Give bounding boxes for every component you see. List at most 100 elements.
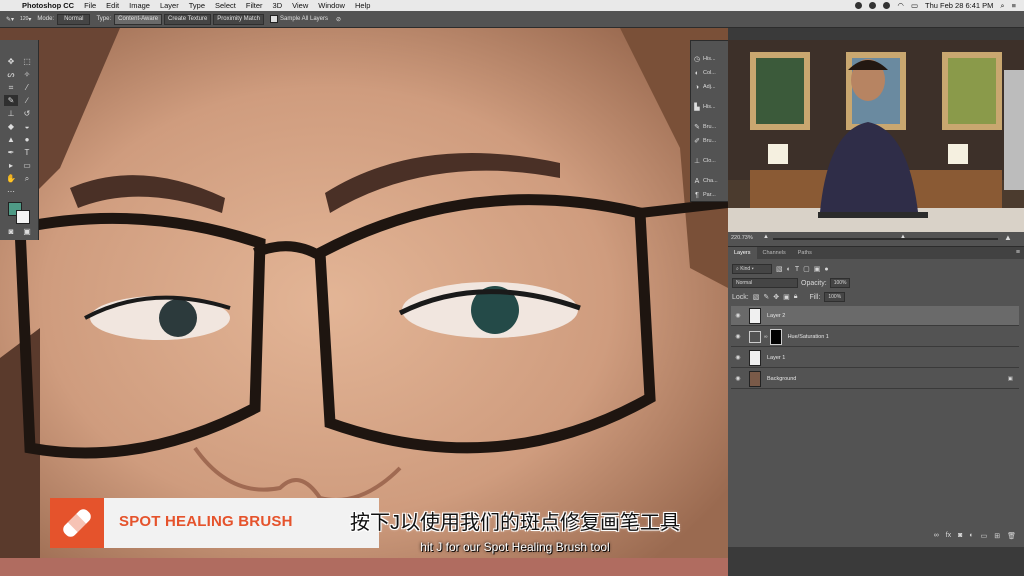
lasso-tool-icon[interactable]: ᔕ	[4, 69, 18, 80]
visibility-eye-icon[interactable]: ◉	[733, 375, 743, 382]
delete-layer-icon[interactable]: 🗑︎	[1007, 532, 1016, 540]
menubar-clock[interactable]: Thu Feb 28 6:41 PM	[925, 1, 993, 10]
paint-bucket-icon[interactable]: ◒	[20, 121, 34, 132]
marquee-tool-icon[interactable]: ⬚	[20, 56, 34, 67]
filter-adjustment-icon[interactable]: ◐	[787, 266, 791, 273]
layer-style-icon[interactable]: fx	[946, 532, 951, 540]
menu-file[interactable]: File	[84, 1, 96, 10]
filter-kind-select[interactable]: ⌕ Kind ▾	[732, 264, 772, 274]
panel-color[interactable]: ◐ Col...	[693, 67, 727, 79]
layer-mask-thumbnail[interactable]	[769, 328, 782, 345]
mode-select[interactable]: Normal	[57, 13, 91, 25]
menu-3d[interactable]: 3D	[273, 1, 283, 10]
edit-toolbar-icon[interactable]: ⋯	[4, 186, 18, 197]
filter-smart-object-icon[interactable]: ▣	[814, 265, 821, 273]
lock-artboard-icon[interactable]: ▣	[783, 293, 790, 301]
link-icon[interactable]: ∞	[764, 334, 768, 340]
menu-select[interactable]: Select	[215, 1, 236, 10]
panel-brush-settings[interactable]: ✐ Bru...	[693, 135, 727, 147]
path-selection-icon[interactable]: ▸	[4, 160, 18, 171]
menu-type[interactable]: Type	[189, 1, 205, 10]
sample-all-layers-checkbox[interactable]: Sample All Layers	[269, 15, 328, 23]
menu-window[interactable]: Window	[318, 1, 345, 10]
move-tool-icon[interactable]: ✥	[4, 56, 18, 67]
screen-mode-icon[interactable]: ▣	[20, 226, 34, 237]
link-layers-icon[interactable]: ∞	[934, 532, 939, 540]
pressure-icon[interactable]: ⊘	[336, 16, 341, 23]
panel-character[interactable]: A Cha...	[693, 175, 727, 187]
filter-toggle-icon[interactable]: ●	[824, 266, 828, 273]
dodge-tool-icon[interactable]: ●	[20, 134, 34, 145]
panel-clone-source[interactable]: ⊥ Clo...	[693, 155, 727, 167]
battery-icon[interactable]: ▭	[911, 1, 918, 10]
visibility-eye-icon[interactable]: ◉	[733, 333, 743, 340]
filter-type-icon[interactable]: T	[795, 266, 799, 273]
create-texture-button[interactable]: Create Texture	[164, 13, 212, 25]
spot-healing-brush-icon[interactable]: ✎	[4, 95, 18, 106]
blend-mode-select[interactable]: Normal	[732, 278, 798, 288]
layer-row-hue-saturation[interactable]: ◉ ∞ Hue/Saturation 1	[731, 327, 1019, 347]
panel-histogram[interactable]: ▙ His...	[693, 101, 727, 113]
zoom-level[interactable]: 220.73%	[731, 235, 753, 241]
menu-help[interactable]: Help	[355, 1, 370, 10]
lock-image-icon[interactable]: ✎	[763, 293, 769, 301]
crop-tool-icon[interactable]: ⌗	[4, 82, 18, 93]
brush-tool-icon[interactable]: ∕	[20, 95, 34, 106]
shape-tool-icon[interactable]: ▭	[20, 160, 34, 171]
panel-adjustments[interactable]: ◑ Adj...	[693, 81, 727, 93]
list-icon[interactable]: ≡	[1012, 1, 1016, 10]
wifi-icon[interactable]: ◠	[897, 1, 904, 10]
history-brush-icon[interactable]: ↺	[20, 108, 34, 119]
panel-history[interactable]: ◷ His...	[693, 53, 727, 65]
tab-channels[interactable]: Channels	[757, 247, 792, 259]
panel-brushes[interactable]: ✎ Bru...	[693, 121, 727, 133]
zoom-out-icon[interactable]: ▲	[763, 234, 769, 240]
new-adjustment-icon[interactable]: ◐	[969, 532, 973, 540]
document-canvas[interactable]	[0, 28, 728, 576]
lock-transparent-icon[interactable]: ▧	[753, 293, 760, 301]
new-group-icon[interactable]: ▭	[981, 532, 988, 540]
brush-size-picker[interactable]: 120 ▾	[20, 16, 31, 23]
filter-pixel-icon[interactable]: ▧	[776, 265, 783, 273]
status-icon[interactable]	[869, 2, 877, 9]
panel-paragraph[interactable]: ¶ Par...	[693, 189, 727, 201]
pen-tool-icon[interactable]: ✒	[4, 147, 18, 158]
type-tool-icon[interactable]: T	[20, 147, 34, 158]
visibility-eye-icon[interactable]: ◉	[733, 312, 743, 319]
lock-all-icon[interactable]: 🔒︎	[794, 293, 798, 301]
status-icon[interactable]	[883, 2, 891, 9]
hand-tool-icon[interactable]: ✋	[4, 173, 18, 184]
magic-wand-icon[interactable]: ✧	[20, 69, 34, 80]
layer-row-layer-1[interactable]: ◉ Layer 1	[731, 348, 1019, 368]
menu-filter[interactable]: Filter	[246, 1, 263, 10]
zoom-in-icon[interactable]: ▲	[1004, 233, 1012, 242]
filter-shape-icon[interactable]: ▢	[803, 265, 810, 273]
panel-menu-icon[interactable]: ≡	[1016, 247, 1020, 259]
quick-mask-icon[interactable]: ◙	[4, 226, 18, 237]
lock-position-icon[interactable]: ✥	[773, 293, 779, 301]
new-layer-icon[interactable]: ⊞	[994, 532, 1000, 540]
zoom-tool-icon[interactable]: ⌕	[20, 173, 34, 184]
spot-healing-tool-icon[interactable]: ✎▾	[6, 16, 14, 23]
menu-image[interactable]: Image	[129, 1, 150, 10]
content-aware-button[interactable]: Content-Aware	[114, 13, 163, 25]
add-mask-icon[interactable]: ◙	[958, 532, 962, 540]
tab-paths[interactable]: Paths	[792, 247, 818, 259]
app-menu[interactable]: Photoshop CC	[22, 1, 74, 10]
tab-layers[interactable]: Layers	[728, 247, 757, 259]
blur-tool-icon[interactable]: ▲	[4, 134, 18, 145]
visibility-eye-icon[interactable]: ◉	[733, 354, 743, 361]
menu-layer[interactable]: Layer	[160, 1, 179, 10]
status-icon[interactable]	[855, 2, 863, 9]
search-icon[interactable]: ⌕	[1000, 1, 1004, 11]
background-color-swatch[interactable]	[16, 210, 30, 224]
layer-row-layer-2[interactable]: ◉ Layer 2	[731, 306, 1019, 326]
eraser-tool-icon[interactable]: ◆	[4, 121, 18, 132]
zoom-slider-thumb[interactable]: ▲	[900, 234, 906, 240]
eyedropper-icon[interactable]: ⁄	[20, 82, 34, 93]
proximity-match-button[interactable]: Proximity Match	[213, 13, 264, 25]
clone-stamp-icon[interactable]: ⊥	[4, 108, 18, 119]
layer-row-background[interactable]: ◉ Background ▣	[731, 369, 1019, 389]
menu-view[interactable]: View	[292, 1, 308, 10]
zoom-slider[interactable]	[773, 238, 998, 240]
